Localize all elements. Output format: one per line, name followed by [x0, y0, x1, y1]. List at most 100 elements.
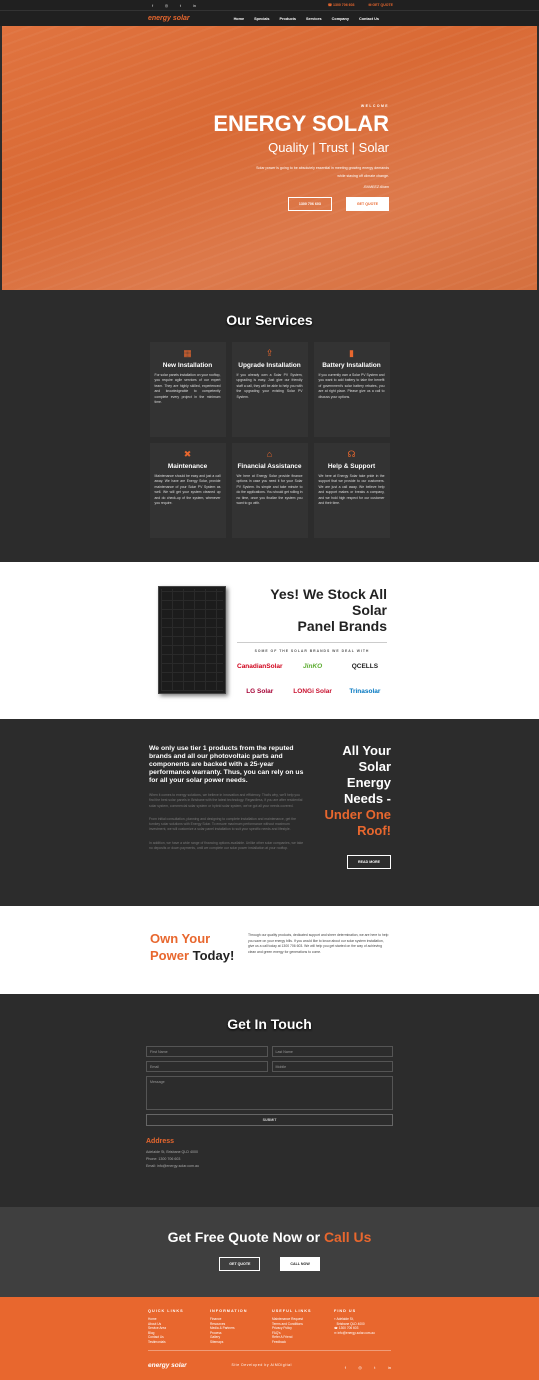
brand-logo-lg: LG Solar: [246, 688, 274, 695]
phone-link[interactable]: ☎ 1300 706 603: [328, 3, 355, 7]
first-name-field[interactable]: First Name: [146, 1046, 268, 1057]
service-text: If you already own a Solar PV System, up…: [236, 373, 303, 399]
service-title: Battery Installation: [322, 362, 381, 369]
footer-link[interactable]: Feedback: [272, 1340, 312, 1345]
nav-products[interactable]: Products: [280, 17, 296, 21]
solar-panel-icon: ▦: [183, 348, 192, 358]
email-field[interactable]: Email: [146, 1061, 268, 1072]
battery-icon: ▮: [349, 348, 354, 358]
read-more-button[interactable]: READ MORE: [347, 855, 391, 869]
heading-word: Own Your: [150, 931, 211, 946]
mobile-field[interactable]: Mobile: [271, 1061, 393, 1072]
free-quote-heading: Get Free Quote Now or Call Us: [0, 1229, 539, 1245]
hero-title: ENERGY SOLAR: [213, 111, 389, 136]
services-section: Our Services ▦ New Installation For sola…: [0, 290, 539, 562]
nav-services[interactable]: Services: [306, 17, 322, 21]
footer-quick-links: QUICK LINKS Home About Us Service Area B…: [148, 1309, 188, 1345]
footer-heading: QUICK LINKS: [148, 1309, 184, 1313]
facebook-icon[interactable]: f: [345, 1365, 346, 1370]
upgrade-icon: ⇪: [265, 348, 274, 358]
instagram-icon[interactable]: ◎: [164, 3, 169, 8]
service-title: Maintenance: [167, 463, 208, 470]
nav-specials[interactable]: Specials: [254, 17, 269, 21]
footer: QUICK LINKS Home About Us Service Area B…: [0, 1297, 539, 1380]
service-title: Help & Support: [327, 463, 376, 470]
brands-subtitle: SOME OF THE SOLAR BRANDS WE DEAL WITH: [254, 649, 370, 653]
twitter-icon[interactable]: t: [178, 3, 183, 8]
energy-lead: We only use tier 1 products from the rep…: [149, 745, 304, 784]
heading-line: Needs -: [344, 791, 391, 806]
get-quote-button[interactable]: GET QUOTE: [219, 1257, 261, 1271]
hero-subtitle: Quality | Trust | Solar: [268, 140, 389, 155]
footer-find-us: FIND US ⌖ Adelaide St, Brisbane QLD 4000…: [334, 1309, 394, 1345]
address-block: Address Adelaide St, Brisbane QLD 4000 P…: [146, 1138, 393, 1170]
service-card: ▮ Battery Installation If you currently …: [313, 342, 390, 437]
linkedin-icon[interactable]: in: [388, 1365, 391, 1370]
brand-logo-longi: LONGi Solar: [293, 688, 332, 695]
nav-home[interactable]: Home: [234, 17, 245, 21]
last-name-field[interactable]: Last Name: [271, 1046, 393, 1057]
nav-contact[interactable]: Contact Us: [359, 17, 379, 21]
brand-logo-canadiansolar: CanadianSolar: [237, 663, 283, 670]
hero-banner: WELCOME ENERGY SOLAR Quality | Trust | S…: [2, 26, 537, 290]
free-quote-section: Get Free Quote Now or Call Us GET QUOTE …: [0, 1207, 539, 1297]
headset-icon: ☊: [347, 449, 356, 459]
contact-section: Get In Touch First Name Last Name Email …: [0, 994, 539, 1207]
footer-email[interactable]: ✉ info@energy-solar.com.au: [334, 1331, 394, 1336]
services-title: Our Services: [226, 312, 313, 328]
service-card: ✖ Maintenance Maintenance should be easy…: [149, 443, 226, 538]
footer-useful-links: USEFUL LINKS Maintenance Request Terms a…: [272, 1309, 312, 1345]
brands-title-line1: Yes! We Stock All Solar: [270, 586, 387, 618]
nav-company[interactable]: Company: [332, 17, 349, 21]
brands-title-line2: Panel Brands: [297, 618, 387, 634]
service-text: We here at Energy Solar take pride in th…: [318, 474, 385, 506]
main-nav: energy solar Home Specials Products Serv…: [0, 10, 539, 26]
email-text: Email: info@energy-solar.com.au: [146, 1164, 199, 1168]
instagram-icon[interactable]: ◎: [358, 1365, 362, 1370]
energy-heading: All Your Solar Energy Needs - Under One …: [321, 743, 391, 839]
hero-quote-button[interactable]: GET QUOTE: [345, 197, 389, 211]
top-bar: f ◎ t in ☎ 1300 706 603 ✉ GET QUOTE: [0, 0, 539, 10]
footer-heading: FIND US: [334, 1309, 357, 1313]
twitter-icon[interactable]: t: [374, 1365, 375, 1370]
heading-line: Roof!: [357, 823, 391, 838]
submit-button[interactable]: SUBMIT: [146, 1114, 393, 1126]
footer-heading: USEFUL LINKS: [272, 1309, 312, 1313]
hero-quote: Solar power is going to be absolutely es…: [256, 166, 389, 178]
contact-form: First Name Last Name Email Mobile Messag…: [146, 1046, 393, 1126]
call-now-button[interactable]: CALL NOW: [280, 1257, 320, 1271]
hero-phone-button[interactable]: 1300 706 603: [287, 197, 332, 211]
service-card: ⇪ Upgrade Installation If you already ow…: [231, 342, 308, 437]
service-title: New Installation: [162, 362, 213, 369]
site-logo[interactable]: energy solar: [148, 15, 190, 22]
footer-link[interactable]: Testimonials: [148, 1340, 188, 1345]
service-text: If you currently own a Solar PV System a…: [318, 373, 385, 399]
heading-line: Under One: [324, 807, 391, 822]
message-field[interactable]: Message: [146, 1076, 393, 1110]
footer-link[interactable]: Sitemaps: [210, 1340, 250, 1345]
contact-title: Get In Touch: [227, 1016, 312, 1032]
energy-paragraph: From initial consultation, planning and …: [149, 816, 297, 832]
service-text: We here at Energy Solar provide finance …: [236, 474, 303, 506]
brands-section: Yes! We Stock All Solar Panel Brands SOM…: [0, 562, 539, 719]
bank-icon: ⌂: [266, 449, 273, 459]
footer-logo[interactable]: energy solar: [148, 1362, 187, 1369]
phone-text: Phone: 1300 706 603: [146, 1157, 181, 1161]
brands-title: Yes! We Stock All Solar Panel Brands: [237, 586, 387, 634]
heading-word: Power: [150, 948, 190, 963]
address-text: Adelaide St, Brisbane QLD 4000: [146, 1150, 198, 1154]
linkedin-icon[interactable]: in: [192, 3, 197, 8]
footer-heading: INFORMATION: [210, 1309, 248, 1313]
phone-text: 1300 706 603: [333, 3, 355, 7]
facebook-icon[interactable]: f: [150, 3, 155, 8]
footer-information: INFORMATION Finance Resources Media & Pa…: [210, 1309, 250, 1345]
own-power-section: Own Your Power Today! Through our qualit…: [0, 906, 539, 994]
brand-logos: CanadianSolar JinKO QCELLS LG Solar LONG…: [237, 663, 387, 695]
footer-socials: f ◎ t in: [337, 1356, 391, 1374]
service-card: ☊ Help & Support We here at Energy Solar…: [313, 443, 390, 538]
service-card: ▦ New Installation For solar panels inst…: [149, 342, 226, 437]
heading-line: Energy: [346, 775, 391, 790]
address-line: Adelaide St,: [336, 1317, 354, 1321]
quote-link[interactable]: ✉ GET QUOTE: [368, 3, 393, 7]
brand-logo-trina: Trinasolar: [349, 688, 381, 695]
